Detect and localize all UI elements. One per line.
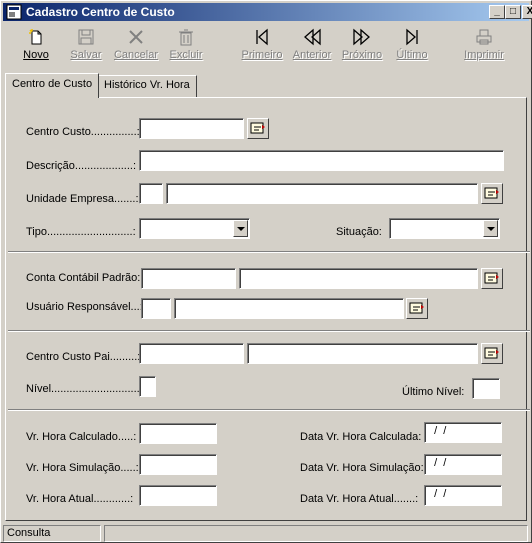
ultimo-nivel-input[interactable] [472,378,500,399]
main-window: Cadastro Centro de Custo _ □ X Novo Salv… [0,0,532,543]
last-record-icon [406,28,418,46]
conta-contabil-code-input[interactable] [141,268,236,289]
window-title: Cadastro Centro de Custo [26,5,175,19]
excluir-button[interactable]: Excluir [159,25,213,69]
cancelar-label: Cancelar [113,49,159,61]
printer-icon [476,29,492,45]
tipo-select[interactable] [139,218,250,239]
tipo-label: Tipo............................: [26,226,136,238]
lookup-hand-icon [484,187,499,199]
excluir-label: Excluir [169,49,203,61]
section-divider [8,409,530,411]
unidade-empresa-lookup-button[interactable] [481,183,503,204]
title-bar[interactable]: Cadastro Centro de Custo _ □ X [3,3,532,21]
lookup-hand-icon [250,122,265,134]
data-vr-hora-simulacao-label: Data Vr. Hora Simulação: [300,462,424,474]
floppy-disk-icon [78,29,94,45]
vr-hora-calculado-input[interactable] [139,423,217,444]
situacao-label: Situação: [336,226,382,238]
usuario-responsavel-name-input[interactable] [174,298,404,319]
status-message [104,525,528,542]
imprimir-button[interactable]: Imprimir [457,25,511,69]
situacao-dropdown-arrow-icon[interactable] [483,220,498,237]
centro-custo-lookup-button[interactable] [247,118,269,139]
section-divider [8,330,530,332]
trash-icon [179,29,193,46]
data-vr-hora-calculada-label: Data Vr. Hora Calculada: [300,431,422,443]
vr-hora-calculado-label: Vr. Hora Calculado.....: [26,431,137,443]
novo-button[interactable]: Novo [9,25,63,69]
toolbar: Novo Salvar Cancelar Excluir Primeiro An… [3,23,529,71]
nivel-label: Nível...............................: [26,383,149,395]
lookup-hand-icon [409,302,424,314]
conta-contabil-label: Conta Contábil Padrão: [26,272,141,284]
usuario-responsavel-label: Usuário Responsável...: [26,301,143,313]
data-vr-hora-calculada-input[interactable]: / / [424,422,502,443]
previous-record-icon [304,28,321,46]
new-document-icon [29,29,42,45]
data-vr-hora-atual-label: Data Vr. Hora Atual.......: [300,493,419,505]
vr-hora-simulacao-label: Vr. Hora Simulação.....: [26,462,139,474]
imprimir-label: Imprimir [464,49,504,61]
lookup-hand-icon [484,347,499,359]
status-mode: Consulta [3,525,101,542]
tab-panel: Centro Custo...............: Descrição..… [5,97,530,521]
cancel-x-icon [129,30,143,44]
close-button[interactable]: X [522,5,532,19]
centro-custo-input[interactable] [139,118,244,139]
app-icon [6,4,22,20]
tab-centro-de-custo[interactable]: Centro de Custo [5,73,100,98]
unidade-empresa-code-input[interactable] [139,183,163,204]
ultimo-label: Último [396,49,428,61]
status-bar: Consulta [3,524,529,542]
centro-custo-pai-label: Centro Custo Pai.........: [26,351,141,363]
primeiro-label: Primeiro [241,49,283,61]
tab-strip: Centro de Custo Histórico Vr. Hora [3,73,529,98]
salvar-button[interactable]: Salvar [59,25,113,69]
centro-custo-pai-lookup-button[interactable] [481,343,503,364]
ultimo-nivel-label: Último Nível: [402,386,465,398]
vr-hora-atual-label: Vr. Hora Atual............: [26,493,134,505]
situacao-select[interactable] [389,218,500,239]
usuario-responsavel-lookup-button[interactable] [406,298,428,319]
anterior-button[interactable]: Anterior [285,25,339,69]
tab-historico-vr-hora[interactable]: Histórico Vr. Hora [97,75,197,97]
centro-custo-pai-code-input[interactable] [139,343,244,364]
conta-contabil-name-input[interactable] [239,268,478,289]
salvar-label: Salvar [70,49,102,61]
conta-contabil-lookup-button[interactable] [481,268,503,289]
anterior-label: Anterior [292,49,332,61]
centro-custo-label: Centro Custo...............: [26,126,140,138]
descricao-label: Descrição...................: [26,160,137,172]
vr-hora-atual-input[interactable] [139,485,217,506]
proximo-label: Próximo [341,49,383,61]
unidade-empresa-name-input[interactable] [166,183,478,204]
descricao-input[interactable] [139,150,504,171]
primeiro-button[interactable]: Primeiro [235,25,289,69]
lookup-hand-icon [484,272,499,284]
next-record-icon [353,28,370,46]
proximo-button[interactable]: Próximo [335,25,389,69]
centro-custo-pai-name-input[interactable] [247,343,478,364]
usuario-responsavel-code-input[interactable] [141,298,171,319]
unidade-empresa-label: Unidade Empresa.......: [26,193,139,205]
nivel-input[interactable] [139,376,156,397]
minimize-button[interactable]: _ [489,5,505,19]
vr-hora-simulacao-input[interactable] [139,454,217,475]
first-record-icon [256,28,268,46]
data-vr-hora-simulacao-input[interactable]: / / [424,454,502,475]
section-divider [8,251,530,253]
maximize-button[interactable]: □ [505,5,521,19]
ultimo-button[interactable]: Último [385,25,439,69]
tipo-dropdown-arrow-icon[interactable] [233,220,248,237]
novo-label: Novo [23,49,49,61]
cancelar-button[interactable]: Cancelar [109,25,163,69]
data-vr-hora-atual-input[interactable]: / / [424,485,502,506]
